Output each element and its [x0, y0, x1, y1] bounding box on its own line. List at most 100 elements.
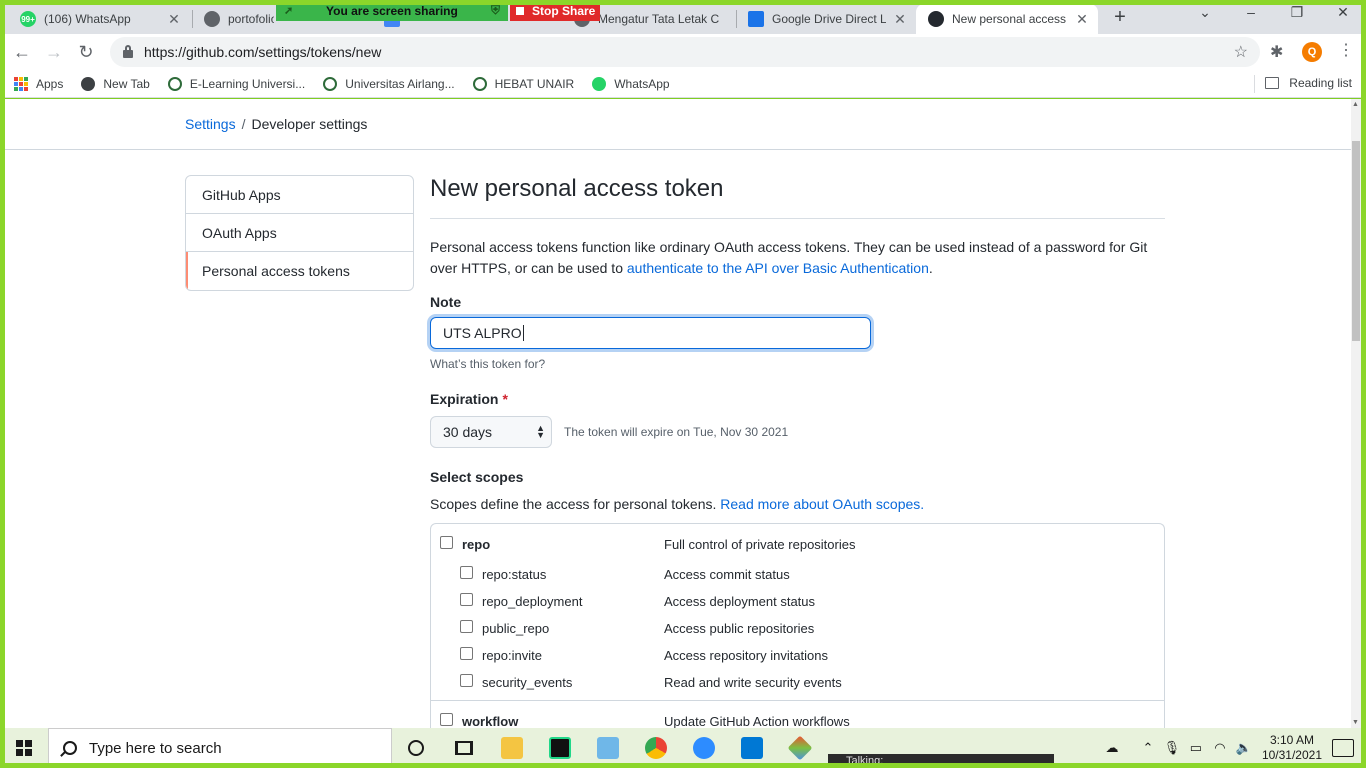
scope-checkbox-security-events[interactable] — [460, 674, 473, 687]
microphone-icon[interactable]: 🎙 — [1160, 740, 1184, 756]
volume-icon[interactable]: 🔈 — [1232, 740, 1256, 756]
tab-github-token[interactable]: New personal access t ✕ — [916, 4, 1098, 34]
close-window-icon[interactable]: ✕ — [1328, 4, 1358, 21]
bookmark-hebat-unair[interactable]: HEBAT UNAIR — [472, 76, 574, 91]
profile-avatar[interactable]: Q — [1302, 42, 1322, 62]
tab-portofolio[interactable]: portofolio — [192, 4, 282, 34]
tab-google-drive[interactable]: Google Drive Direct Li ✕ — [736, 4, 916, 34]
file-explorer-button[interactable] — [488, 728, 536, 768]
bookmark-label: Apps — [36, 76, 64, 91]
scope-checkbox-public-repo[interactable] — [460, 620, 473, 633]
bookmark-label: New Tab — [103, 76, 150, 91]
sidenav-item-github-apps[interactable]: GitHub Apps — [186, 176, 413, 214]
tab-label: portofolio — [228, 12, 274, 26]
tab-search-icon[interactable]: ⌄ — [1190, 4, 1220, 21]
address-bar[interactable]: https://github.com/settings/tokens/new ☆ — [110, 37, 1260, 67]
drive-icon — [748, 11, 764, 27]
tab-whatsapp[interactable]: 99+ (106) WhatsApp ✕ — [8, 4, 190, 34]
bookmark-star-icon[interactable]: ☆ — [1234, 42, 1248, 62]
scope-checkbox-repo[interactable] — [440, 535, 453, 549]
bookmark-whatsapp[interactable]: WhatsApp — [592, 76, 670, 91]
apps-icon — [14, 76, 28, 91]
scope-desc: Access deployment status — [664, 594, 816, 609]
scope-row: security_events Read and write security … — [431, 669, 1164, 696]
scope-checkbox-repo-status[interactable] — [460, 566, 473, 579]
basic-auth-link[interactable]: authenticate to the API over Basic Authe… — [627, 260, 929, 276]
scope-row: repo:status Access commit status — [431, 561, 1164, 588]
vscode-icon — [741, 737, 763, 759]
scope-name: repo:invite — [482, 648, 542, 663]
stop-share-button[interactable]: Stop Share — [510, 0, 600, 21]
wifi-icon[interactable]: ◠ — [1208, 740, 1232, 756]
pycharm-button[interactable] — [536, 728, 584, 768]
extensions-icon[interactable]: ✱ — [1270, 42, 1283, 62]
scope-name: repo:status — [482, 567, 547, 582]
sidenav-item-personal-access-tokens[interactable]: Personal access tokens — [186, 252, 413, 290]
sidenav-item-oauth-apps[interactable]: OAuth Apps — [186, 214, 413, 252]
cortana-button[interactable] — [392, 728, 440, 768]
tab-label: Mengatur Tata Letak C — [598, 12, 720, 26]
scope-checkbox-repo-deployment[interactable] — [460, 593, 473, 606]
vscode-button[interactable] — [728, 728, 776, 768]
battery-icon[interactable]: ▭ — [1184, 740, 1208, 756]
scope-name: security_events — [482, 675, 573, 690]
tab-label: New personal access t — [952, 12, 1068, 26]
reload-icon[interactable]: ↻ — [74, 41, 98, 65]
menu-icon[interactable]: ⋮ — [1336, 40, 1356, 60]
page-content: Settings / Developer settings GitHub Apps … — [5, 99, 1351, 728]
scopes-desc-text: Scopes define the access for personal to… — [430, 496, 721, 512]
notifications-icon[interactable] — [1332, 739, 1354, 757]
scroll-up-icon[interactable]: ▲ — [1352, 101, 1359, 108]
scope-desc: Update GitHub Action workflows — [664, 713, 850, 729]
close-icon[interactable]: ✕ — [1074, 11, 1090, 28]
back-icon[interactable]: ← — [10, 41, 34, 65]
scrollbar-thumb[interactable] — [1352, 141, 1360, 341]
bookmark-universitas-airlangga[interactable]: Universitas Airlang... — [323, 76, 455, 91]
reading-list-icon — [1265, 77, 1280, 89]
zoom-button[interactable] — [680, 728, 728, 768]
bookmark-elearning[interactable]: E-Learning Universi... — [167, 76, 305, 91]
bookmarks-separator — [1254, 75, 1255, 93]
close-icon[interactable]: ✕ — [166, 11, 182, 28]
clock[interactable]: 3:10 AM 10/31/2021 — [1262, 733, 1322, 763]
taskbar-search-input[interactable]: Type here to search — [48, 728, 392, 768]
token-form: New personal access token Personal acces… — [430, 175, 1165, 728]
breadcrumb-settings-link[interactable]: Settings — [185, 116, 236, 132]
oauth-scopes-link[interactable]: Read more about OAuth scopes. — [720, 496, 924, 512]
weather-icon[interactable]: ☁ — [1100, 740, 1124, 756]
bookmark-new-tab[interactable]: New Tab — [81, 76, 150, 91]
new-tab-button[interactable]: + — [1108, 6, 1132, 30]
screen-sharing-banner: ➚ You are screen sharing ⛨ — [276, 0, 508, 21]
breadcrumb: Settings / Developer settings — [185, 116, 367, 132]
minimize-icon[interactable]: – — [1236, 4, 1266, 20]
scopes-description: Scopes define the access for personal to… — [430, 496, 1165, 512]
scope-desc: Full control of private repositories — [664, 536, 856, 552]
page-scrollbar[interactable]: ▲ ▼ — [1351, 99, 1361, 728]
forward-icon[interactable]: → — [42, 41, 66, 65]
globe-icon — [81, 76, 96, 91]
expiration-value: 30 days — [443, 424, 493, 440]
bookmark-apps[interactable]: Apps — [14, 76, 64, 91]
restore-icon[interactable]: ❐ — [1282, 4, 1312, 21]
task-view-icon — [455, 741, 473, 755]
note-input[interactable]: UTS ALPRO — [430, 317, 871, 349]
expiration-select[interactable]: 30 days ▲ ▼ — [430, 416, 552, 448]
scopes-label: Select scopes — [430, 469, 524, 485]
paint-button[interactable] — [584, 728, 632, 768]
expiration-row: 30 days ▲ ▼ The token will expire on Tue,… — [430, 416, 1165, 448]
close-icon[interactable]: ✕ — [892, 11, 908, 28]
scope-name: repo_deployment — [482, 594, 583, 609]
whatsapp-icon: 99+ — [20, 11, 36, 27]
search-icon — [63, 741, 77, 755]
url-text[interactable]: https://github.com/settings/tokens/new — [144, 44, 381, 60]
scope-checkbox-repo-invite[interactable] — [460, 647, 473, 660]
chrome-button[interactable] — [632, 728, 680, 768]
scope-checkbox-workflow[interactable] — [440, 712, 453, 726]
git-button[interactable] — [776, 728, 824, 768]
reading-list-button[interactable]: Reading list — [1265, 76, 1352, 90]
show-hidden-icons-icon[interactable]: ⌃ — [1136, 740, 1160, 756]
start-button[interactable] — [0, 728, 48, 768]
scroll-down-icon[interactable]: ▼ — [1352, 719, 1359, 726]
globe-icon — [204, 11, 220, 27]
task-view-button[interactable] — [440, 728, 488, 768]
